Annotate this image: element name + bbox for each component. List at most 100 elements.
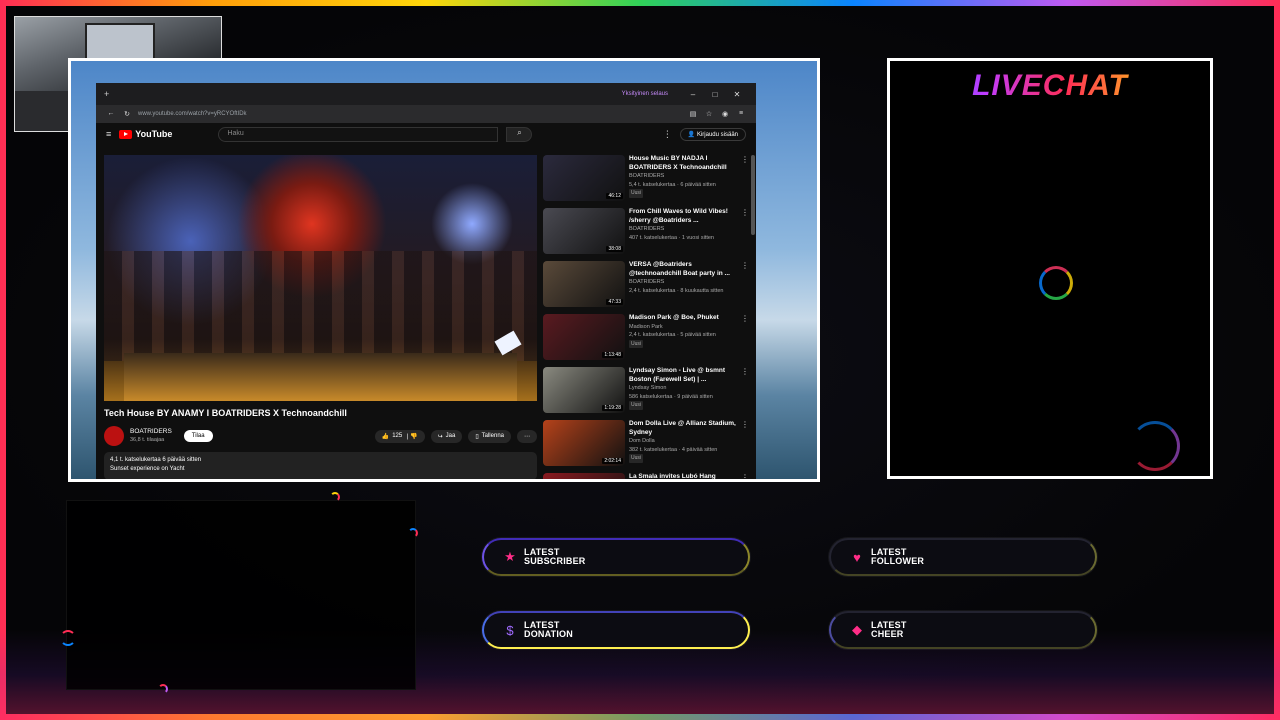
reader-icon[interactable]: ▤ [688, 110, 698, 118]
channel-name[interactable]: BOATRIDERS [130, 427, 172, 436]
video-thumbnail[interactable]: 38:08 [543, 208, 625, 254]
decorative-dot [158, 684, 168, 694]
browser-tabbar: + Yksityinen selaus – □ ✕ [96, 83, 756, 105]
recommended-title[interactable]: Dom Dolla Live @ Allianz Stadium, Sydney [629, 420, 737, 437]
channel-avatar[interactable] [104, 426, 124, 446]
recommended-channel[interactable]: Dom Dolla [629, 437, 737, 446]
save-button[interactable]: ▯ Tallenna [468, 429, 511, 443]
minimize-button[interactable]: – [682, 90, 704, 99]
video-duration: 46:12 [606, 193, 623, 199]
bookmark-star-icon[interactable]: ☆ [704, 110, 714, 118]
recommended-channel[interactable]: BOATRIDERS [629, 225, 737, 234]
screen-capture: + Yksityinen selaus – □ ✕ ← ↻ www.youtub… [68, 58, 820, 482]
like-button[interactable]: 👍 125 | 👎 [374, 429, 425, 443]
decorative-dot [60, 630, 76, 646]
recommended-item[interactable]: 46:12 House Music BY NADJA I BOATRIDERS X… [543, 155, 751, 205]
more-options-icon[interactable]: ⋮ [663, 129, 672, 140]
subscribe-button[interactable]: Tilaa [183, 430, 213, 442]
recommended-channel[interactable]: BOATRIDERS [629, 278, 737, 287]
more-actions-button[interactable]: ⋯ [517, 429, 537, 443]
youtube-header: ≡ YouTube Haku ⌕ ⋮ 👤 Kirjaudu sisään [96, 123, 756, 145]
more-options-icon[interactable]: ⋮ [741, 314, 749, 323]
video-thumbnail[interactable]: 2:02:14 [543, 420, 625, 466]
bookmark-icon: ▯ [475, 433, 479, 440]
video-duration: 1:19:28 [602, 405, 623, 411]
address-bar: ← ↻ www.youtube.com/watch?v=yRCYOftIDk ▤… [96, 105, 756, 123]
new-tab-button[interactable]: + [104, 89, 116, 99]
recommended-title[interactable]: VERSA @Boatriders @technoandchill Boat p… [629, 261, 737, 278]
more-options-icon[interactable]: ⋮ [741, 367, 749, 376]
description-text: Sunset experience on Yacht [110, 466, 185, 472]
thumbs-down-icon[interactable]: | 👎 [405, 433, 418, 440]
view-count: 4,1 t. katselukertaa 6 päivää sitten [110, 457, 202, 463]
recommended-meta: 382 t. katselukertaa · 4 päivää sitten [629, 446, 718, 453]
reload-icon[interactable]: ↻ [122, 110, 132, 118]
more-options-icon[interactable]: ⋮ [741, 155, 749, 164]
video-duration: 47:33 [606, 299, 623, 305]
recommended-meta: 2,4 t. katselukertaa · 5 päivää sitten [629, 332, 716, 338]
recommended-title[interactable]: Madison Park @ Boe, Phuket [629, 314, 737, 323]
more-options-icon[interactable]: ⋮ [741, 473, 749, 479]
share-icon: ↪ [437, 433, 443, 440]
new-badge: Uusi [629, 339, 644, 348]
recommended-meta: 2,4 t. katselukertaa · 8 kuukautta sitte… [629, 287, 724, 294]
close-button[interactable]: ✕ [726, 90, 748, 99]
search-button[interactable]: ⌕ [506, 126, 533, 142]
recommended-item[interactable]: 2:02:14 Dom Dolla Live @ Allianz Stadium,… [543, 420, 751, 470]
recommended-channel[interactable]: Madison Park [629, 323, 737, 332]
recommended-item[interactable]: 1:13:48 Madison Park @ Boe, Phuket Madison… [543, 314, 751, 364]
search-input[interactable]: Haku [218, 126, 499, 142]
decorative-dot [408, 528, 418, 538]
subscriber-count: 36,8 t. tilaajaa [130, 437, 165, 443]
video-thumbnail[interactable]: 47:33 [543, 261, 625, 307]
livechat-title: LIVECHAT [890, 69, 1210, 103]
private-browsing-label: Yksityinen selaus [621, 91, 668, 97]
scrollbar[interactable] [751, 155, 755, 235]
new-badge: Uusi [629, 401, 644, 410]
menu-icon[interactable]: ≡ [736, 110, 746, 118]
video-thumbnail[interactable]: 1:19:28 [543, 367, 625, 413]
loading-ring [1039, 266, 1073, 300]
recommended-title[interactable]: La Smala invites Lubó Hang [629, 473, 737, 479]
video-duration: 38:08 [606, 246, 623, 252]
recommended-title[interactable]: From Chill Waves to Wild Vibes! /sherry … [629, 208, 737, 225]
recommended-title[interactable]: Lyndsay Simon - Live @ bsmnt Boston (Far… [629, 367, 737, 384]
decorative-ring [1130, 421, 1180, 471]
decorative-dot [330, 492, 340, 502]
more-options-icon[interactable]: ⋮ [741, 261, 749, 270]
recommended-item[interactable]: 1:19:28 Lyndsay Simon - Live @ bsmnt Bost… [543, 367, 751, 417]
latest-follower-alert: ♥ LATEST FOLLOWER [829, 538, 1097, 576]
latest-subscriber-alert: ★ LATEST SUBSCRIBER [482, 538, 750, 576]
recommended-item[interactable]: 47:33 VERSA @Boatriders @technoandchill B… [543, 261, 751, 311]
back-icon[interactable]: ← [106, 110, 116, 118]
recommended-channel[interactable]: BOATRIDERS [629, 172, 737, 181]
share-button[interactable]: ↪ Jaa [430, 429, 463, 443]
hamburger-icon[interactable]: ≡ [106, 129, 111, 139]
thumbs-up-icon: 👍 [381, 433, 390, 440]
video-thumbnail[interactable] [543, 473, 625, 479]
video-duration: 2:02:14 [602, 458, 623, 464]
secondary-cam-box [66, 500, 416, 690]
recommended-title[interactable]: House Music BY NADJA I BOATRIDERS X Tech… [629, 155, 737, 172]
video-thumbnail[interactable]: 1:13:48 [543, 314, 625, 360]
video-player[interactable] [104, 155, 537, 401]
more-options-icon[interactable]: ⋮ [741, 208, 749, 217]
channel-row: BOATRIDERS 36,8 t. tilaajaa Tilaa 👍 125 |… [104, 425, 537, 447]
recommended-item[interactable]: La Smala invites Lubó Hang ⋮ [543, 473, 751, 479]
recommended-meta: 586 katselukertaa · 9 päivää sitten [629, 393, 713, 400]
url-field[interactable]: www.youtube.com/watch?v=yRCYOftIDk [138, 111, 682, 117]
new-badge: Uusi [629, 189, 644, 198]
recommended-meta: 5,4 t. katselukertaa · 6 päivää sitten [629, 181, 716, 188]
extensions-icon[interactable]: ◉ [720, 110, 730, 118]
more-options-icon[interactable]: ⋮ [741, 420, 749, 429]
new-badge: Uusi [629, 454, 644, 463]
recommended-meta: 407 t. katselukertaa · 1 vuosi sitten [629, 234, 714, 241]
browser-window: + Yksityinen selaus – □ ✕ ← ↻ www.youtub… [96, 83, 756, 479]
video-description[interactable]: 4,1 t. katselukertaa 6 päivää sitten Sun… [104, 452, 537, 479]
signin-button[interactable]: 👤 Kirjaudu sisään [679, 127, 746, 141]
recommended-item[interactable]: 38:08 From Chill Waves to Wild Vibes! /sh… [543, 208, 751, 258]
youtube-logo[interactable]: YouTube [119, 129, 172, 139]
maximize-button[interactable]: □ [704, 90, 726, 99]
recommended-channel[interactable]: Lyndsay Simon [629, 384, 737, 393]
video-thumbnail[interactable]: 46:12 [543, 155, 625, 201]
